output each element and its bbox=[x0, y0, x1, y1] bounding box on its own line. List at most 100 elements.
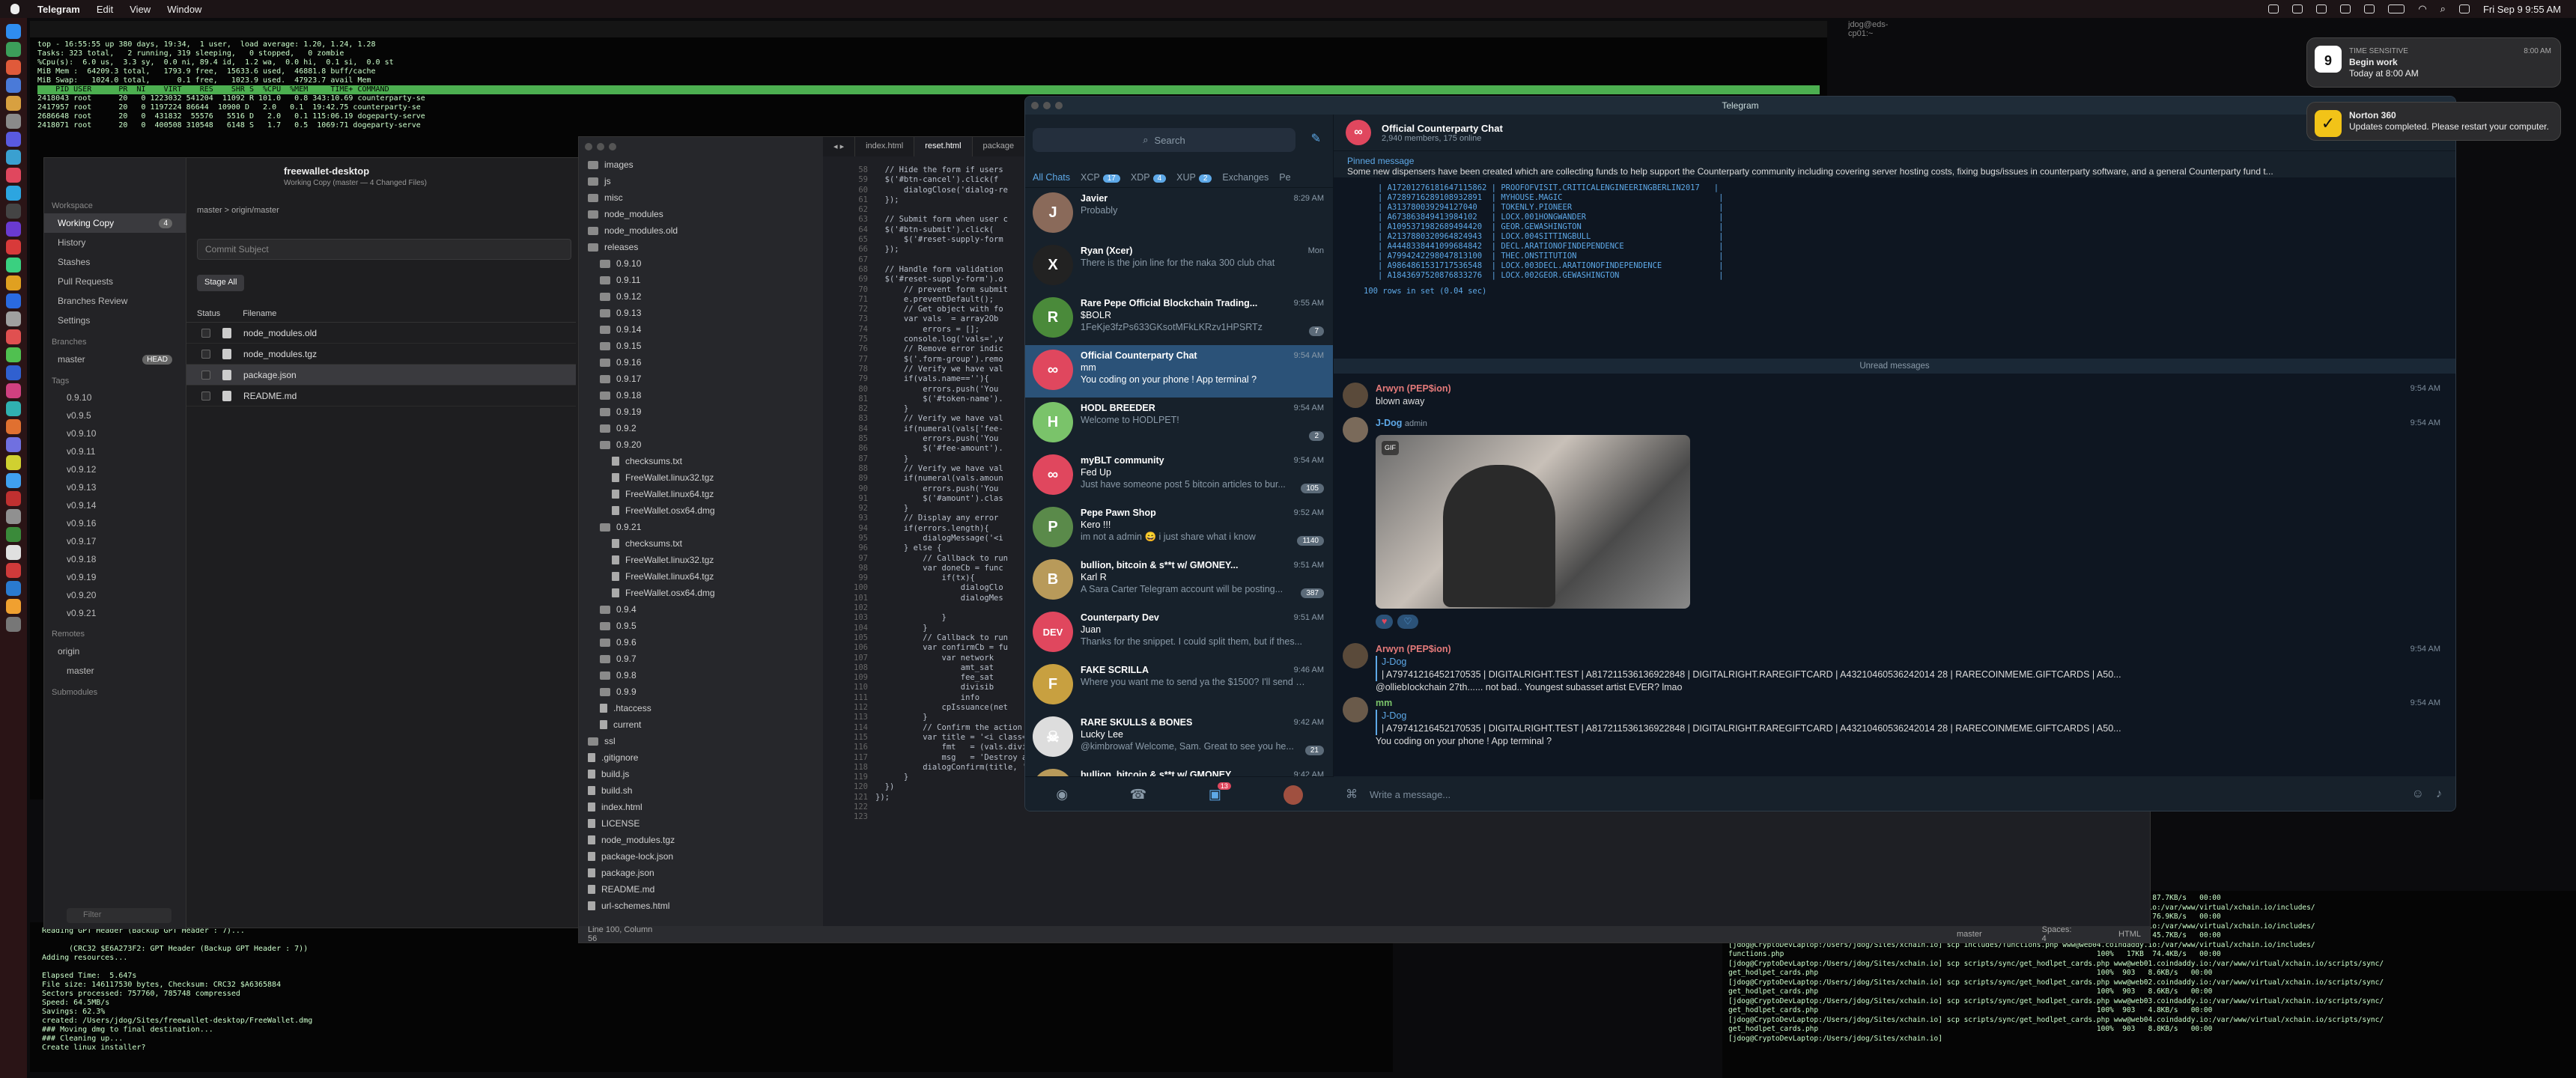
menu-clock[interactable]: Fri Sep 9 9:55 AM bbox=[2483, 4, 2561, 15]
app-icon[interactable] bbox=[6, 365, 21, 380]
zoom-button[interactable] bbox=[1055, 102, 1063, 109]
sidebar-item[interactable]: Working Copy 4 bbox=[44, 213, 186, 233]
commit-subject-input[interactable]: Commit Subject bbox=[197, 239, 571, 260]
reply-preview[interactable]: J-Dog | A79741216452170535 | DIGITALRIGH… bbox=[1376, 710, 2440, 735]
tree-folder[interactable]: 0.9.7 bbox=[579, 651, 823, 667]
sender-name[interactable]: J-Dog bbox=[1376, 418, 1402, 428]
app-icon[interactable] bbox=[6, 96, 21, 111]
tree-folder[interactable]: 0.9.10 bbox=[579, 255, 823, 272]
menu-app-name[interactable]: Telegram bbox=[37, 4, 80, 15]
tree-folder[interactable]: 0.9.2 bbox=[579, 420, 823, 436]
chat-avatar[interactable]: ∞ bbox=[1346, 120, 1371, 145]
filter-field[interactable]: Filter bbox=[67, 908, 171, 923]
chat-list-item[interactable]: R Rare Pepe Official Blockchain Trading..… bbox=[1025, 293, 1333, 345]
menu-edit[interactable]: Edit bbox=[97, 4, 113, 15]
tree-folder[interactable]: misc bbox=[579, 189, 823, 206]
tree-folder[interactable]: js bbox=[579, 173, 823, 189]
tree-folder[interactable]: 0.9.12 bbox=[579, 288, 823, 305]
tree-file[interactable]: checksums.txt bbox=[579, 535, 823, 552]
sidebar-item[interactable]: Branches Review bbox=[44, 291, 186, 311]
app-icon[interactable] bbox=[6, 204, 21, 219]
minimize-button[interactable] bbox=[597, 143, 604, 150]
pinned-message-bar[interactable]: Pinned message Some new dispensers have … bbox=[1334, 150, 2455, 177]
tree-folder[interactable]: 0.9.4 bbox=[579, 601, 823, 618]
tree-folder[interactable]: 0.9.19 bbox=[579, 404, 823, 420]
notification-calendar[interactable]: 9 TIME SENSITIVE Begin work Today at 8:0… bbox=[2306, 37, 2561, 88]
contacts-icon[interactable]: ◉ bbox=[1056, 787, 1068, 803]
tree-file[interactable]: node_modules.tgz bbox=[579, 832, 823, 848]
heart-reaction-icon[interactable]: ♥ bbox=[1376, 615, 1394, 629]
chat-list-item[interactable]: Bbullion, bitcoin & s**t w/ GMONEY... Kar… bbox=[1025, 555, 1333, 607]
sidebar-item[interactable]: Settings bbox=[44, 311, 186, 330]
zoom-button[interactable] bbox=[609, 143, 616, 150]
tree-folder[interactable]: 0.9.14 bbox=[579, 321, 823, 338]
tag-item[interactable]: v0.9.10 bbox=[44, 424, 186, 442]
microphone-icon[interactable]: ♪ bbox=[2436, 788, 2442, 801]
app-icon[interactable] bbox=[6, 132, 21, 147]
tree-file[interactable]: LICENSE bbox=[579, 815, 823, 832]
tree-file[interactable]: checksums.txt bbox=[579, 453, 823, 469]
message[interactable]: J-Dog admin GIF ♥ ♡ 9:54 AM bbox=[1334, 417, 2455, 629]
tree-folder[interactable]: 0.9.18 bbox=[579, 387, 823, 404]
reactions[interactable]: ♥ ♡ bbox=[1376, 615, 2440, 629]
tree-file[interactable]: FreeWallet.linux32.tgz bbox=[579, 552, 823, 568]
app-icon[interactable] bbox=[6, 240, 21, 255]
indent-setting[interactable]: Spaces: 4 bbox=[2042, 925, 2074, 943]
stage-checkbox[interactable] bbox=[201, 328, 210, 338]
message[interactable]: mm J-Dog | A79741216452170535 | DIGITALR… bbox=[1334, 697, 2455, 748]
gif-media[interactable]: GIF bbox=[1376, 435, 1690, 609]
calls-icon[interactable]: ☎ bbox=[1130, 787, 1146, 803]
close-button[interactable] bbox=[585, 143, 592, 150]
changed-file-row[interactable]: README.md bbox=[186, 386, 576, 406]
tree-file[interactable]: .gitignore bbox=[579, 749, 823, 766]
tag-item[interactable]: v0.9.18 bbox=[44, 550, 186, 568]
notification-norton[interactable]: ✓ Norton 360 Updates completed. Please r… bbox=[2306, 102, 2561, 141]
tree-file[interactable]: FreeWallet.linux64.tgz bbox=[579, 486, 823, 502]
sender-name[interactable]: mm bbox=[1376, 697, 2440, 710]
app-icon[interactable] bbox=[6, 401, 21, 416]
tree-folder[interactable]: 0.9.20 bbox=[579, 436, 823, 453]
chat-list-item[interactable]: H HODL BREEDER Welcome to HODLPET! 9:54 AM 2 bbox=[1025, 398, 1333, 450]
conversation-header[interactable]: ∞ Official Counterparty Chat 2,940 membe… bbox=[1334, 115, 2455, 150]
tree-folder[interactable]: 0.9.9 bbox=[579, 683, 823, 700]
menu-window[interactable]: Window bbox=[167, 4, 201, 15]
status-icon[interactable] bbox=[2364, 4, 2375, 13]
app-icon[interactable] bbox=[6, 509, 21, 524]
tag-item[interactable]: v0.9.11 bbox=[44, 442, 186, 460]
folder-tab[interactable]: Pe bbox=[1279, 172, 1290, 183]
stage-checkbox[interactable] bbox=[201, 391, 210, 401]
sidebar-item[interactable]: Stashes bbox=[44, 252, 186, 272]
settings-avatar[interactable] bbox=[1283, 785, 1303, 805]
app-icon[interactable] bbox=[6, 186, 21, 201]
branch-item[interactable]: master HEAD bbox=[44, 350, 186, 369]
folder-tab[interactable]: XDP 4 bbox=[1131, 172, 1167, 183]
app-icon[interactable] bbox=[6, 419, 21, 434]
tree-folder[interactable]: releases bbox=[579, 239, 823, 255]
changed-file-row[interactable]: node_modules.tgz bbox=[186, 344, 576, 365]
message[interactable]: Arwyn (PEP$ion) blown away 9:54 AM bbox=[1334, 383, 2455, 408]
tree-folder[interactable]: 0.9.11 bbox=[579, 272, 823, 288]
app-icon[interactable] bbox=[6, 437, 21, 452]
app-icon[interactable] bbox=[6, 222, 21, 237]
trash-icon[interactable] bbox=[6, 617, 21, 632]
chats-icon[interactable]: ▣ 13 bbox=[1209, 782, 1231, 803]
like-reaction-icon[interactable]: ♡ bbox=[1397, 615, 1418, 629]
bottom-terminal-left[interactable]: Reading GPT Header (Backup GPT Header : … bbox=[30, 922, 1393, 1072]
sender-avatar[interactable] bbox=[1343, 643, 1368, 669]
tree-file[interactable]: README.md bbox=[579, 881, 823, 898]
changed-file-row[interactable]: node_modules.old bbox=[186, 323, 576, 344]
finder-icon[interactable] bbox=[6, 24, 21, 39]
sender-avatar[interactable] bbox=[1343, 417, 1368, 442]
tab-reset-html[interactable]: reset.html bbox=[914, 137, 973, 156]
tag-item[interactable]: v0.9.12 bbox=[44, 460, 186, 478]
chat-list-item[interactable]: ∞ myBLT community Fed Up Just have someone … bbox=[1025, 450, 1333, 502]
tree-folder[interactable]: node_modules bbox=[579, 206, 823, 222]
stage-all-button[interactable]: Stage All bbox=[197, 275, 245, 291]
tag-item[interactable]: v0.9.21 bbox=[44, 604, 186, 622]
tree-file[interactable]: package.json bbox=[579, 865, 823, 881]
tag-item[interactable]: v0.9.20 bbox=[44, 586, 186, 604]
tree-file[interactable]: current bbox=[579, 716, 823, 733]
app-icon[interactable] bbox=[6, 563, 21, 578]
sender-avatar[interactable] bbox=[1343, 383, 1368, 408]
git-branch-status[interactable]: master bbox=[1957, 930, 1982, 939]
